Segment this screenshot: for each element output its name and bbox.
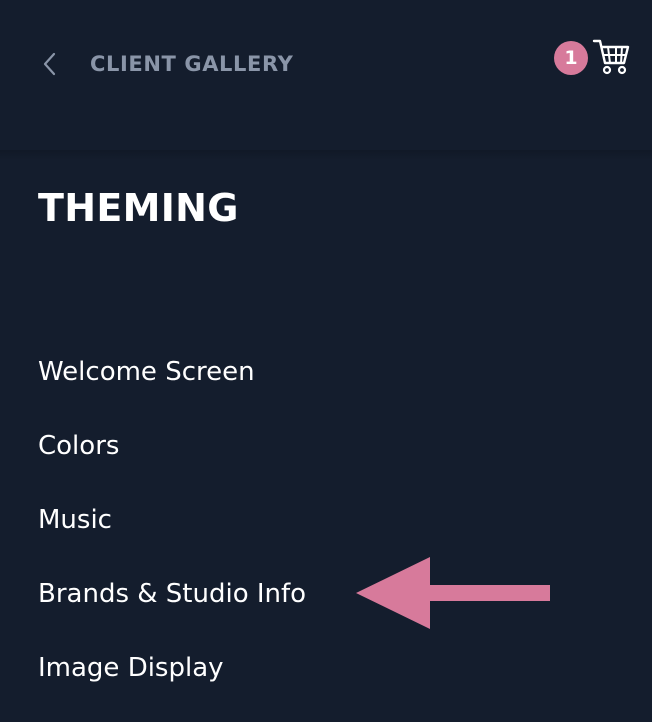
- annotation-arrow-icon: [356, 557, 550, 629]
- chevron-left-icon: [42, 46, 64, 82]
- theming-menu: Welcome Screen Colors Music Brands & Stu…: [38, 348, 306, 718]
- cart-count-badge: 1: [554, 41, 588, 75]
- menu-item-welcome-screen[interactable]: Welcome Screen: [38, 348, 306, 422]
- top-bar: CLIENT GALLERY 1: [0, 0, 652, 130]
- menu-item-colors[interactable]: Colors: [38, 422, 306, 496]
- menu-item-image-display[interactable]: Image Display: [38, 644, 306, 718]
- cart-button[interactable]: 1: [554, 36, 634, 80]
- header-divider: [0, 150, 652, 160]
- menu-item-music[interactable]: Music: [38, 496, 306, 570]
- back-button[interactable]: CLIENT GALLERY: [42, 46, 293, 82]
- menu-item-brands-studio-info[interactable]: Brands & Studio Info: [38, 570, 306, 644]
- back-label: CLIENT GALLERY: [90, 52, 294, 76]
- shopping-cart-icon: [592, 36, 630, 76]
- section-title: THEMING: [38, 186, 239, 230]
